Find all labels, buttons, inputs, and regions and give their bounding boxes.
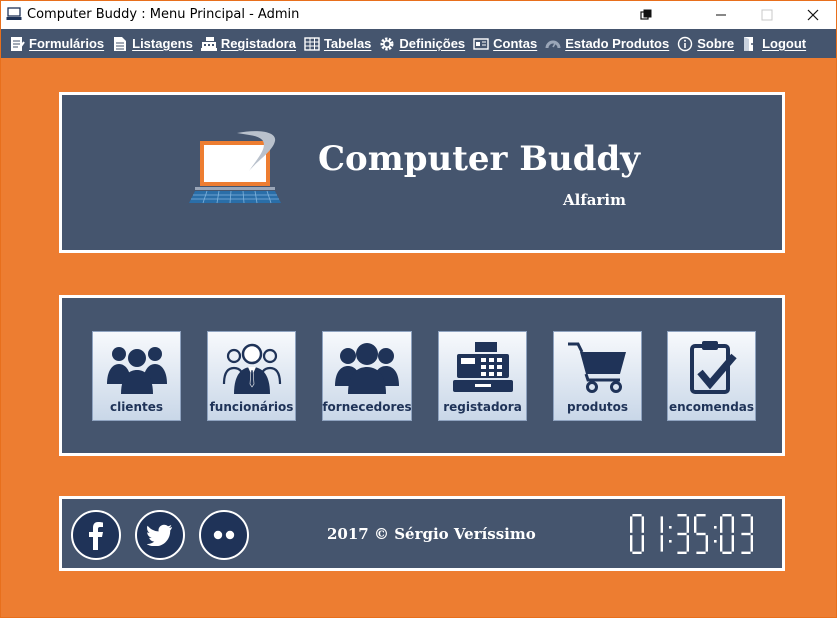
cash-register-icon xyxy=(452,342,513,392)
list-document-icon xyxy=(112,36,128,52)
registadora-tile[interactable]: registadora xyxy=(438,331,527,421)
title-bar[interactable]: Computer Buddy : Menu Principal - Admin xyxy=(1,1,836,29)
tile-label: funcionários xyxy=(209,400,294,414)
menu-registadora[interactable]: Registadora xyxy=(200,36,296,52)
brand-panel: Computer Buddy Alfarim xyxy=(59,92,785,253)
tile-label: fornecedores xyxy=(322,400,412,414)
form-icon xyxy=(9,36,25,52)
menu-formularios[interactable]: Formulários xyxy=(9,36,104,52)
app-window: Computer Buddy : Menu Principal - Admin xyxy=(0,0,837,618)
menu-label: Registadora xyxy=(220,36,296,51)
menu-label: Estado Produtos xyxy=(565,36,670,51)
table-icon xyxy=(304,36,320,52)
menu-label: Listagens xyxy=(132,36,193,51)
minimize-button[interactable] xyxy=(698,1,744,29)
fornecedores-tile[interactable]: fornecedores xyxy=(322,331,412,421)
menu-label: Logout xyxy=(762,36,807,51)
menu-sobre[interactable]: Sobre xyxy=(677,36,734,52)
menu-label: Contas xyxy=(493,36,538,51)
menu-label: Definições xyxy=(399,36,466,51)
maximize-button[interactable] xyxy=(744,1,790,29)
accounts-icon xyxy=(473,36,489,52)
flickr-button[interactable] xyxy=(199,510,249,560)
funcionarios-tile[interactable]: funcionários xyxy=(207,331,296,421)
menu-estado-produtos[interactable]: Estado Produtos xyxy=(545,36,669,52)
flickr-icon xyxy=(213,530,235,540)
produtos-tile[interactable]: produtos xyxy=(553,331,642,421)
restore-icon xyxy=(640,9,652,20)
shortcuts-panel: clientes funcionários fornecedores regis… xyxy=(59,295,785,456)
info-icon xyxy=(677,36,693,52)
employees-icon xyxy=(222,343,281,394)
shopping-cart-icon xyxy=(567,342,626,393)
computer-logo-icon xyxy=(189,131,281,204)
restore-button[interactable] xyxy=(623,1,669,29)
logout-icon xyxy=(742,36,759,52)
tile-label: clientes xyxy=(109,400,164,414)
close-icon xyxy=(807,9,819,21)
customers-icon xyxy=(106,347,167,394)
menu-listagens[interactable]: Listagens xyxy=(112,36,193,52)
gauge-icon xyxy=(545,36,561,52)
copyright-text: 2017 © Sérgio Veríssimo xyxy=(327,525,536,543)
tile-label: encomendas xyxy=(668,400,755,414)
facebook-button[interactable] xyxy=(71,510,121,560)
facebook-icon xyxy=(89,522,103,550)
footer-panel: 2017 © Sérgio Veríssimo xyxy=(59,496,785,571)
digital-clock xyxy=(630,514,753,554)
brand-subtitle: Alfarim xyxy=(563,191,626,209)
encomendas-tile[interactable]: encomendas xyxy=(667,331,756,421)
menu-label: Formulários xyxy=(29,36,105,51)
minimize-icon xyxy=(716,14,726,16)
clientes-tile[interactable]: clientes xyxy=(92,331,181,421)
laptop-icon xyxy=(6,7,22,20)
maximize-icon xyxy=(761,9,773,21)
suppliers-icon xyxy=(335,343,399,394)
menu-bar: Formulários Listagens Registadora Tabela… xyxy=(1,29,836,58)
menu-label: Sobre xyxy=(697,36,735,51)
cash-register-icon xyxy=(200,36,217,52)
menu-tabelas[interactable]: Tabelas xyxy=(304,36,371,52)
close-button[interactable] xyxy=(790,1,836,29)
gear-icon xyxy=(379,36,395,52)
menu-contas[interactable]: Contas xyxy=(473,36,537,52)
window-title: Computer Buddy : Menu Principal - Admin xyxy=(27,7,300,22)
menu-definicoes[interactable]: Definições xyxy=(379,36,465,52)
tile-label: produtos xyxy=(566,400,628,414)
menu-logout[interactable]: Logout xyxy=(742,36,806,52)
brand-title: Computer Buddy xyxy=(318,139,641,179)
twitter-button[interactable] xyxy=(135,510,185,560)
menu-label: Tabelas xyxy=(323,36,372,51)
twitter-icon xyxy=(147,524,172,546)
clipboard-check-icon xyxy=(689,341,737,394)
tile-label: registadora xyxy=(443,400,522,414)
